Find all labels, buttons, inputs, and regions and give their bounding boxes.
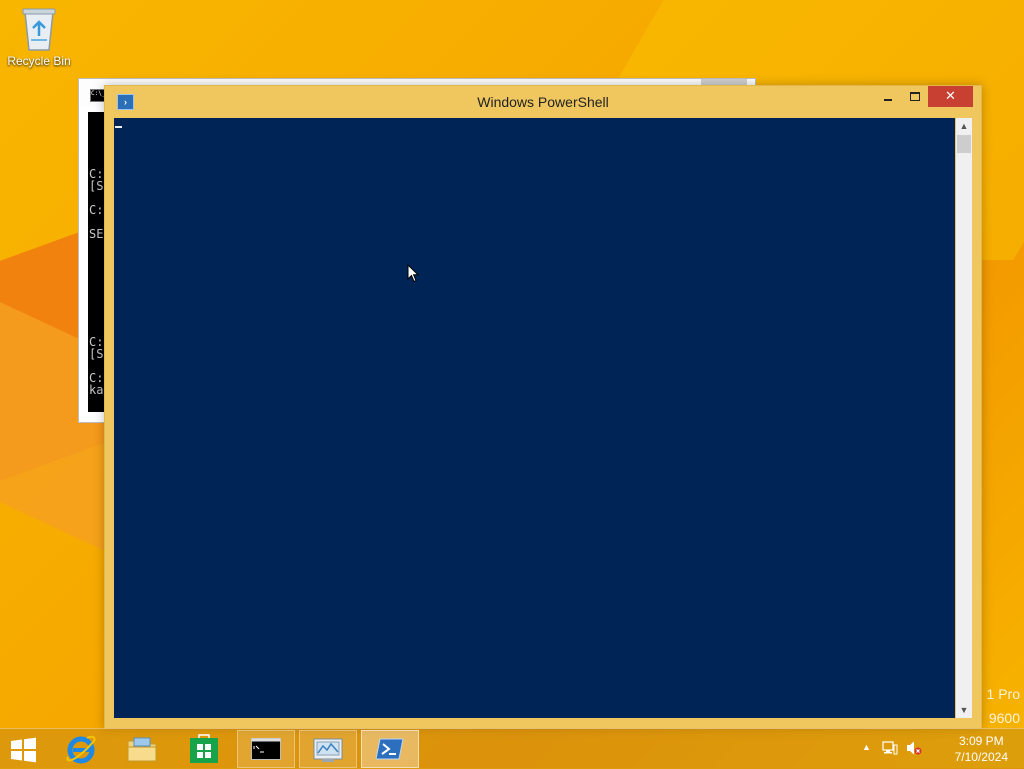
- powershell-icon: [376, 738, 404, 760]
- show-hidden-icons-button[interactable]: ▲: [862, 742, 871, 752]
- cmd-line: [S: [89, 347, 104, 361]
- store-icon: [190, 734, 218, 763]
- maximize-button[interactable]: [902, 86, 928, 107]
- cmd-icon: [251, 738, 281, 760]
- windows-logo-icon: [11, 737, 36, 763]
- recycle-bin-icon: [19, 6, 59, 52]
- powershell-console[interactable]: [114, 118, 955, 718]
- cmd-line: [S: [89, 179, 104, 193]
- clock-date: 7/10/2024: [954, 750, 1008, 764]
- window-title: Windows PowerShell: [477, 94, 609, 110]
- volume-muted-icon[interactable]: [906, 740, 922, 756]
- scroll-down-button[interactable]: ▼: [956, 702, 972, 718]
- text-cursor: [115, 126, 122, 128]
- desktop-icon-recycle-bin[interactable]: Recycle Bin: [6, 6, 72, 68]
- powershell-titlebar[interactable]: › Windows PowerShell ✕: [105, 86, 981, 118]
- powershell-window[interactable]: › Windows PowerShell ✕ ▲ ▼: [104, 85, 982, 729]
- taskbar-item-powershell[interactable]: [361, 730, 419, 768]
- desktop-icon-label: Recycle Bin: [7, 54, 71, 68]
- taskbar: ▲ 3:09 PM 7/10/2024: [0, 728, 1024, 769]
- maximize-icon: [910, 92, 920, 102]
- windows-build-watermark: 9600: [988, 710, 1020, 726]
- taskbar-item-store[interactable]: [175, 730, 233, 768]
- windows-watermark: 1 Pro: [986, 686, 1020, 702]
- vertical-scrollbar[interactable]: ▲ ▼: [956, 118, 972, 718]
- minimize-button[interactable]: [875, 86, 901, 107]
- taskbar-item-internet-explorer[interactable]: [52, 730, 110, 768]
- cmd-line: C:: [89, 203, 104, 217]
- close-button[interactable]: ✕: [928, 86, 973, 107]
- control-panel-icon: [313, 738, 343, 762]
- scrollbar-thumb[interactable]: [957, 135, 971, 153]
- taskbar-item-command-prompt[interactable]: [237, 730, 295, 768]
- minimize-icon: [884, 98, 892, 101]
- close-icon: ✕: [945, 88, 956, 103]
- internet-explorer-icon: [66, 735, 96, 764]
- clock-time: 3:09 PM: [958, 734, 1004, 748]
- taskbar-item-control-panel[interactable]: [299, 730, 357, 768]
- cmd-line: ka: [89, 383, 104, 397]
- network-icon[interactable]: [882, 741, 898, 755]
- taskbar-item-file-explorer[interactable]: [113, 730, 171, 768]
- cmd-line: SE: [89, 227, 104, 241]
- folder-icon: [127, 737, 157, 762]
- mouse-pointer-icon: [407, 263, 420, 288]
- scroll-up-button[interactable]: ▲: [956, 118, 972, 134]
- start-button[interactable]: [6, 737, 40, 763]
- clock[interactable]: 3:09 PM 7/10/2024: [955, 733, 1008, 765]
- system-tray: ▲ 3:09 PM 7/10/2024: [854, 729, 1024, 769]
